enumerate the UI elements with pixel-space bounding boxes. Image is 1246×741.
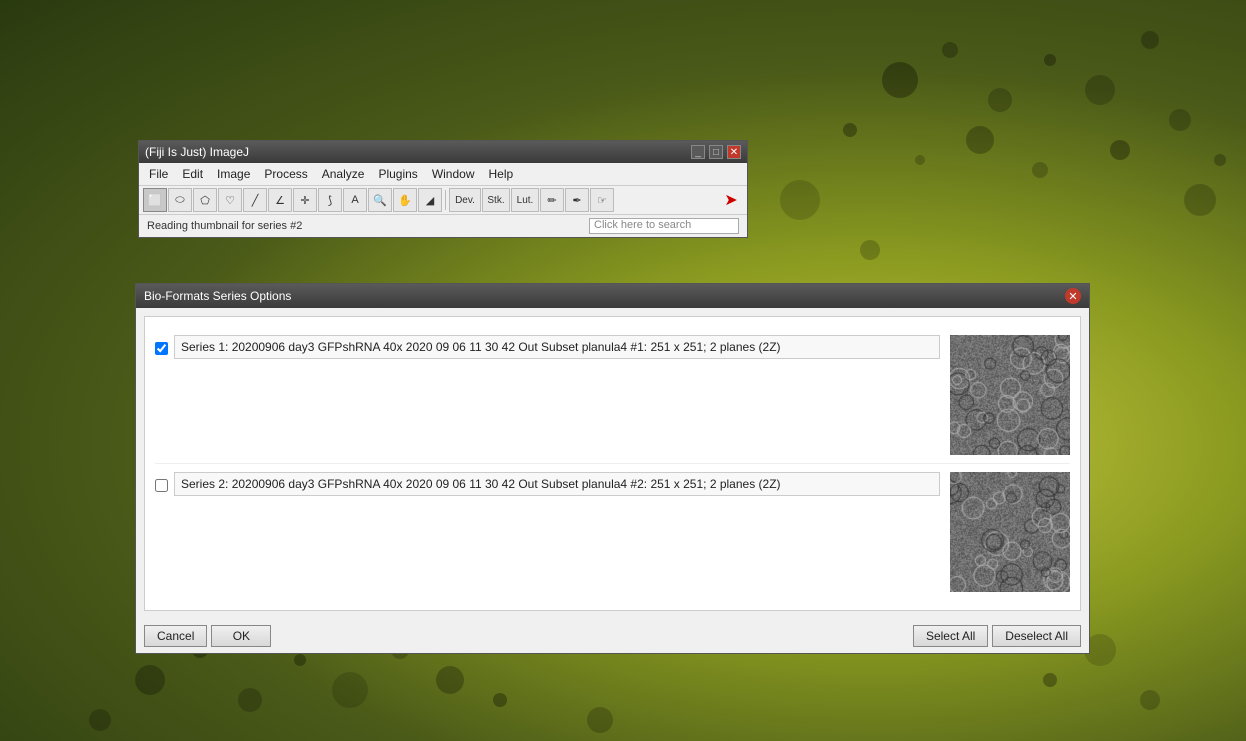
dialog-buttons: Cancel OK Select All Deselect All [136, 619, 1089, 653]
series-2-checkbox[interactable] [155, 479, 168, 492]
series-1-checkbox[interactable] [155, 342, 168, 355]
cancel-button[interactable]: Cancel [144, 625, 207, 647]
status-text: Reading thumbnail for series #2 [147, 220, 302, 232]
menu-plugins[interactable]: Plugins [372, 165, 423, 183]
text-tool[interactable]: A [343, 188, 367, 212]
series-2-main: Series 2: 20200906 day3 GFPshRNA 40x 202… [155, 472, 940, 496]
menu-image[interactable]: Image [211, 165, 256, 183]
series-1-thumbnail [950, 335, 1070, 455]
series-item-1: Series 1: 20200906 day3 GFPshRNA 40x 202… [155, 327, 1070, 464]
series-2-label: Series 2: 20200906 day3 GFPshRNA 40x 202… [174, 472, 940, 496]
menu-edit[interactable]: Edit [176, 165, 209, 183]
stk-button[interactable]: Stk. [482, 188, 510, 212]
series-1-main: Series 1: 20200906 day3 GFPshRNA 40x 202… [155, 335, 940, 359]
dev-button[interactable]: Dev. [449, 188, 481, 212]
series-2-canvas [950, 472, 1070, 592]
menu-analyze[interactable]: Analyze [316, 165, 371, 183]
series-1-label: Series 1: 20200906 day3 GFPshRNA 40x 202… [174, 335, 940, 359]
line-tool[interactable]: ╱ [243, 188, 267, 212]
arrow-button[interactable]: ➤ [719, 188, 743, 212]
imagej-close-button[interactable]: ✕ [727, 145, 741, 159]
status-bar: Reading thumbnail for series #2 Click he… [139, 215, 747, 237]
rectangle-tool[interactable]: ⬜ [143, 188, 167, 212]
hand-tool[interactable]: ✋ [393, 188, 417, 212]
bioformats-title: Bio-Formats Series Options [144, 289, 291, 303]
menu-window[interactable]: Window [426, 165, 481, 183]
paintbrush-tool[interactable]: ✒ [565, 188, 589, 212]
bioformats-dialog: Bio-Formats Series Options ✕ Series 1: 2… [135, 283, 1090, 654]
menu-file[interactable]: File [143, 165, 174, 183]
toolbar: ⬜ ⬭ ⬠ ♡ ╱ ∠ ✛ ⟆ A 🔍 ✋ ◢ Dev. Stk. Lut. ✏… [139, 186, 747, 215]
dialog-buttons-left: Cancel OK [144, 625, 271, 647]
select-all-button[interactable]: Select All [913, 625, 988, 647]
angle-tool[interactable]: ∠ [268, 188, 292, 212]
imagej-window-controls: _ □ ✕ [691, 145, 741, 159]
menu-bar: File Edit Image Process Analyze Plugins … [139, 163, 747, 186]
magnify-tool[interactable]: 🔍 [368, 188, 392, 212]
dialog-buttons-right: Select All Deselect All [913, 625, 1081, 647]
minimize-button[interactable]: _ [691, 145, 705, 159]
imagej-window: (Fiji Is Just) ImageJ _ □ ✕ File Edit Im… [138, 140, 748, 238]
series-1-canvas [950, 335, 1070, 455]
imagej-title: (Fiji Is Just) ImageJ [145, 145, 249, 159]
lut-button[interactable]: Lut. [511, 188, 539, 212]
bioformats-titlebar: Bio-Formats Series Options ✕ [136, 284, 1089, 308]
bioformats-close-button[interactable]: ✕ [1065, 288, 1081, 304]
oval-tool[interactable]: ⬭ [168, 188, 192, 212]
toolbar-separator-1 [445, 190, 446, 210]
rubber-tool[interactable]: ☞ [590, 188, 614, 212]
freehand-tool[interactable]: ♡ [218, 188, 242, 212]
maximize-button[interactable]: □ [709, 145, 723, 159]
ok-button[interactable]: OK [211, 625, 271, 647]
wand-tool[interactable]: ⟆ [318, 188, 342, 212]
series-2-thumbnail [950, 472, 1070, 592]
search-box[interactable]: Click here to search [589, 218, 739, 234]
menu-process[interactable]: Process [258, 165, 313, 183]
point-tool[interactable]: ✛ [293, 188, 317, 212]
pencil-tool[interactable]: ✏ [540, 188, 564, 212]
series-item-2: Series 2: 20200906 day3 GFPshRNA 40x 202… [155, 464, 1070, 600]
series-list: Series 1: 20200906 day3 GFPshRNA 40x 202… [144, 316, 1081, 611]
polygon-tool[interactable]: ⬠ [193, 188, 217, 212]
imagej-titlebar: (Fiji Is Just) ImageJ _ □ ✕ [139, 141, 747, 163]
deselect-all-button[interactable]: Deselect All [992, 625, 1081, 647]
menu-help[interactable]: Help [483, 165, 520, 183]
dropper-tool[interactable]: ◢ [418, 188, 442, 212]
